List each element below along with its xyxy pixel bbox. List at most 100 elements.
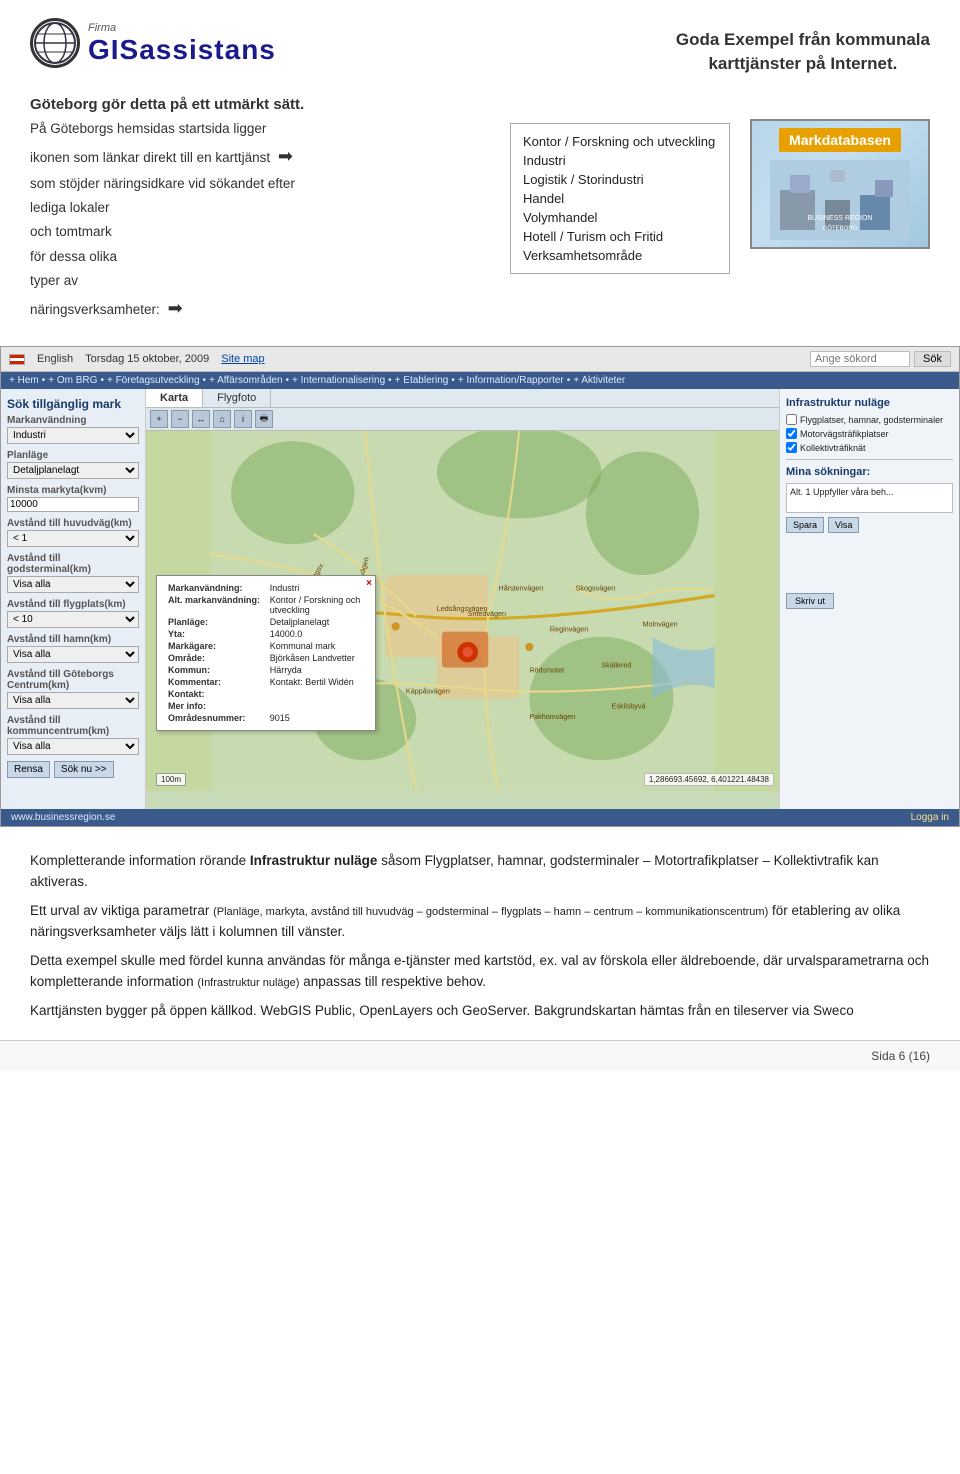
zoom-in-button[interactable]: + bbox=[150, 410, 168, 428]
menu-item-4: Handel bbox=[523, 189, 717, 208]
interface-mockup: English Torsdag 15 oktober, 2009 Site ma… bbox=[0, 346, 960, 827]
checkbox-kollektiv-input[interactable] bbox=[786, 442, 797, 453]
sok-nu-button[interactable]: Sök nu >> bbox=[54, 761, 114, 778]
map-canvas: Östergårdsvägen Förtullningsv. Ledsångsv… bbox=[146, 431, 779, 791]
svg-text:Eskilsbyvä: Eskilsbyvä bbox=[612, 702, 646, 711]
paragraph-3: Detta exempel skulle med fördel kunna an… bbox=[30, 951, 930, 993]
right-panel-title: Infrastruktur nuläge bbox=[786, 397, 953, 409]
paragraph-2: Ett urval av viktiga parametrar (Planläg… bbox=[30, 901, 930, 943]
avstand-kommuncentrum-field: Avstånd till kommuncentrum(km) Visa alla bbox=[7, 715, 139, 755]
search-input[interactable] bbox=[810, 351, 910, 367]
nav-item-affarsomraden[interactable]: + Affärsområden bbox=[209, 375, 282, 386]
popup-row-kommentar: Kommentar: Kontakt: Bertil Widén bbox=[165, 676, 367, 688]
nav-item-hem[interactable]: + Hem bbox=[9, 375, 39, 386]
markdatabasen-label: Markdatabasen bbox=[779, 128, 901, 152]
map-coordinates: 1,286693.45692, 6,401221.48438 bbox=[644, 773, 774, 786]
visa-button[interactable]: Visa bbox=[828, 517, 859, 533]
popup-value-merinfo bbox=[267, 700, 367, 712]
infrastruktur-bold: Infrastruktur nuläge bbox=[250, 853, 378, 868]
map-toolbar: + − ↔ ⌂ i 🖶 bbox=[146, 408, 779, 431]
map-tab-flygfoto[interactable]: Flygfoto bbox=[203, 389, 271, 407]
search-result-display: Alt. 1 Uppfyller våra beh... bbox=[786, 483, 953, 513]
info-button[interactable]: i bbox=[234, 410, 252, 428]
map-tabs: Karta Flygfoto bbox=[146, 389, 779, 408]
map-popup: × Markanvändning: Industri Alt. markanvä… bbox=[156, 575, 376, 731]
avstand-gods-select[interactable]: Visa alla bbox=[7, 576, 139, 593]
nav-item-information[interactable]: + Information/Rapporter bbox=[458, 375, 564, 386]
menu-item-2: Industri bbox=[523, 151, 717, 170]
popup-row-kommun: Kommun: Härryda bbox=[165, 664, 367, 676]
popup-value-alt: Kontor / Forskning ochutveckling bbox=[267, 594, 367, 616]
avstand-goteborg-label: Avstånd till Göteborgs Centrum(km) bbox=[7, 669, 139, 691]
nav-item-etablering[interactable]: + Etablering bbox=[395, 375, 449, 386]
popup-table: Markanvändning: Industri Alt. markanvänd… bbox=[165, 582, 367, 724]
logga-in-link[interactable]: Logga in bbox=[911, 812, 949, 823]
sidebar-buttons: Rensa Sök nu >> bbox=[7, 761, 139, 778]
popup-close-button[interactable]: × bbox=[366, 578, 372, 589]
popup-row-planlage: Planläge: Detaljplanelagt bbox=[165, 616, 367, 628]
svg-text:Käppåsvägen: Käppåsvägen bbox=[406, 686, 450, 695]
popup-row-markagare: Markägare: Kommunal mark bbox=[165, 640, 367, 652]
nav-item-internationalisering[interactable]: + Internationalisering bbox=[292, 375, 385, 386]
pan-button[interactable]: ↔ bbox=[192, 410, 210, 428]
website-url: www.businessregion.se bbox=[11, 812, 116, 823]
planlage-select[interactable]: Detaljplanelagt bbox=[7, 462, 139, 479]
page-number: Sida 6 (16) bbox=[871, 1049, 930, 1063]
zoom-out-button[interactable]: − bbox=[171, 410, 189, 428]
popup-row-alt: Alt. markanvändning: Kontor / Forskning … bbox=[165, 594, 367, 616]
interface-topbar: English Torsdag 15 oktober, 2009 Site ma… bbox=[1, 347, 959, 372]
avstand-hamn-select[interactable]: Visa alla bbox=[7, 646, 139, 663]
planlage-field: Planläge Detaljplanelagt bbox=[7, 450, 139, 479]
search-result-text: Alt. 1 Uppfyller våra beh... bbox=[790, 487, 894, 497]
popup-value-kontakt bbox=[267, 688, 367, 700]
text-content: Kompletterande information rörande Infra… bbox=[0, 841, 960, 1039]
search-button[interactable]: Sök bbox=[914, 351, 951, 367]
svg-text:Skogsvägen: Skogsvägen bbox=[576, 584, 616, 593]
checkbox-motorvag-input[interactable] bbox=[786, 428, 797, 439]
nav-item-foretagsutveckling[interactable]: + Företagsutveckling bbox=[107, 375, 200, 386]
popup-value-planlage: Detaljplanelagt bbox=[267, 616, 367, 628]
checkbox-flygplatser-input[interactable] bbox=[786, 414, 797, 425]
popup-value-yta: 14000.0 bbox=[267, 628, 367, 640]
avstand-huvud-select[interactable]: < 1 bbox=[7, 530, 139, 547]
popup-label-omradesnummer: Områdesnummer: bbox=[165, 712, 267, 724]
popup-value-kommun: Härryda bbox=[267, 664, 367, 676]
nav-item-ombrg[interactable]: + Om BRG bbox=[48, 375, 97, 386]
home-button[interactable]: ⌂ bbox=[213, 410, 231, 428]
avstand-kommuncentrum-select[interactable]: Visa alla bbox=[7, 738, 139, 755]
checkbox-flygplatser: Flygplatser, hamnar, godsterminaler bbox=[786, 414, 953, 425]
popup-row-markanvandning: Markanvändning: Industri bbox=[165, 582, 367, 594]
markanvandning-field: Markanvändning Industri bbox=[7, 415, 139, 444]
menu-box: Kontor / Forskning och utveckling Indust… bbox=[510, 123, 730, 274]
intro-heading: Göteborg gör detta på ett utmärkt sätt. bbox=[30, 96, 930, 113]
avstand-hamn-field: Avstånd till hamn(km) Visa alla bbox=[7, 634, 139, 663]
svg-text:Rödsmotet: Rödsmotet bbox=[529, 666, 564, 675]
nav-item-aktiviteter[interactable]: + Aktiviteter bbox=[573, 375, 625, 386]
avstand-gods-label: Avstånd till godsterminal(km) bbox=[7, 553, 139, 575]
markanvandning-select[interactable]: Industri bbox=[7, 427, 139, 444]
flag-icon bbox=[9, 354, 25, 365]
interface-main: Sök tillgänglig mark Markanvändning Indu… bbox=[1, 389, 959, 809]
popup-value-markagare: Kommunal mark bbox=[267, 640, 367, 652]
sitemap-link[interactable]: Site map bbox=[221, 353, 264, 365]
markdatabasen-image: Markdatabasen BUSINESS REGION GÖTEBORG bbox=[750, 119, 930, 249]
popup-label-alt: Alt. markanvändning: bbox=[165, 594, 267, 616]
spara-button[interactable]: Spara bbox=[786, 517, 824, 533]
logo-area: Firma GISassistans bbox=[30, 18, 276, 70]
skriv-ut-button[interactable]: Skriv ut bbox=[786, 593, 834, 609]
popup-label-omrade: Område: bbox=[165, 652, 267, 664]
avstand-goteborg-select[interactable]: Visa alla bbox=[7, 692, 139, 709]
avstand-flyg-select[interactable]: < 10 bbox=[7, 611, 139, 628]
popup-label-kommun: Kommun: bbox=[165, 664, 267, 676]
svg-text:Skällered: Skällered bbox=[601, 661, 631, 670]
avstand-gods-field: Avstånd till godsterminal(km) Visa alla bbox=[7, 553, 139, 593]
rensa-button[interactable]: Rensa bbox=[7, 761, 50, 778]
popup-row-merinfo: Mer info: bbox=[165, 700, 367, 712]
intro-text: På Göteborgs hemsidas startsida ligger i… bbox=[30, 119, 490, 327]
print-button[interactable]: 🖶 bbox=[255, 410, 273, 428]
map-tab-karta[interactable]: Karta bbox=[146, 389, 203, 407]
menu-item-3: Logistik / Storindustri bbox=[523, 170, 717, 189]
svg-text:Reginvägen: Reginvägen bbox=[550, 625, 588, 634]
interface-navbar: + Hem • + Om BRG • + Företagsutveckling … bbox=[1, 372, 959, 389]
minsta-markyta-input[interactable] bbox=[7, 497, 139, 512]
